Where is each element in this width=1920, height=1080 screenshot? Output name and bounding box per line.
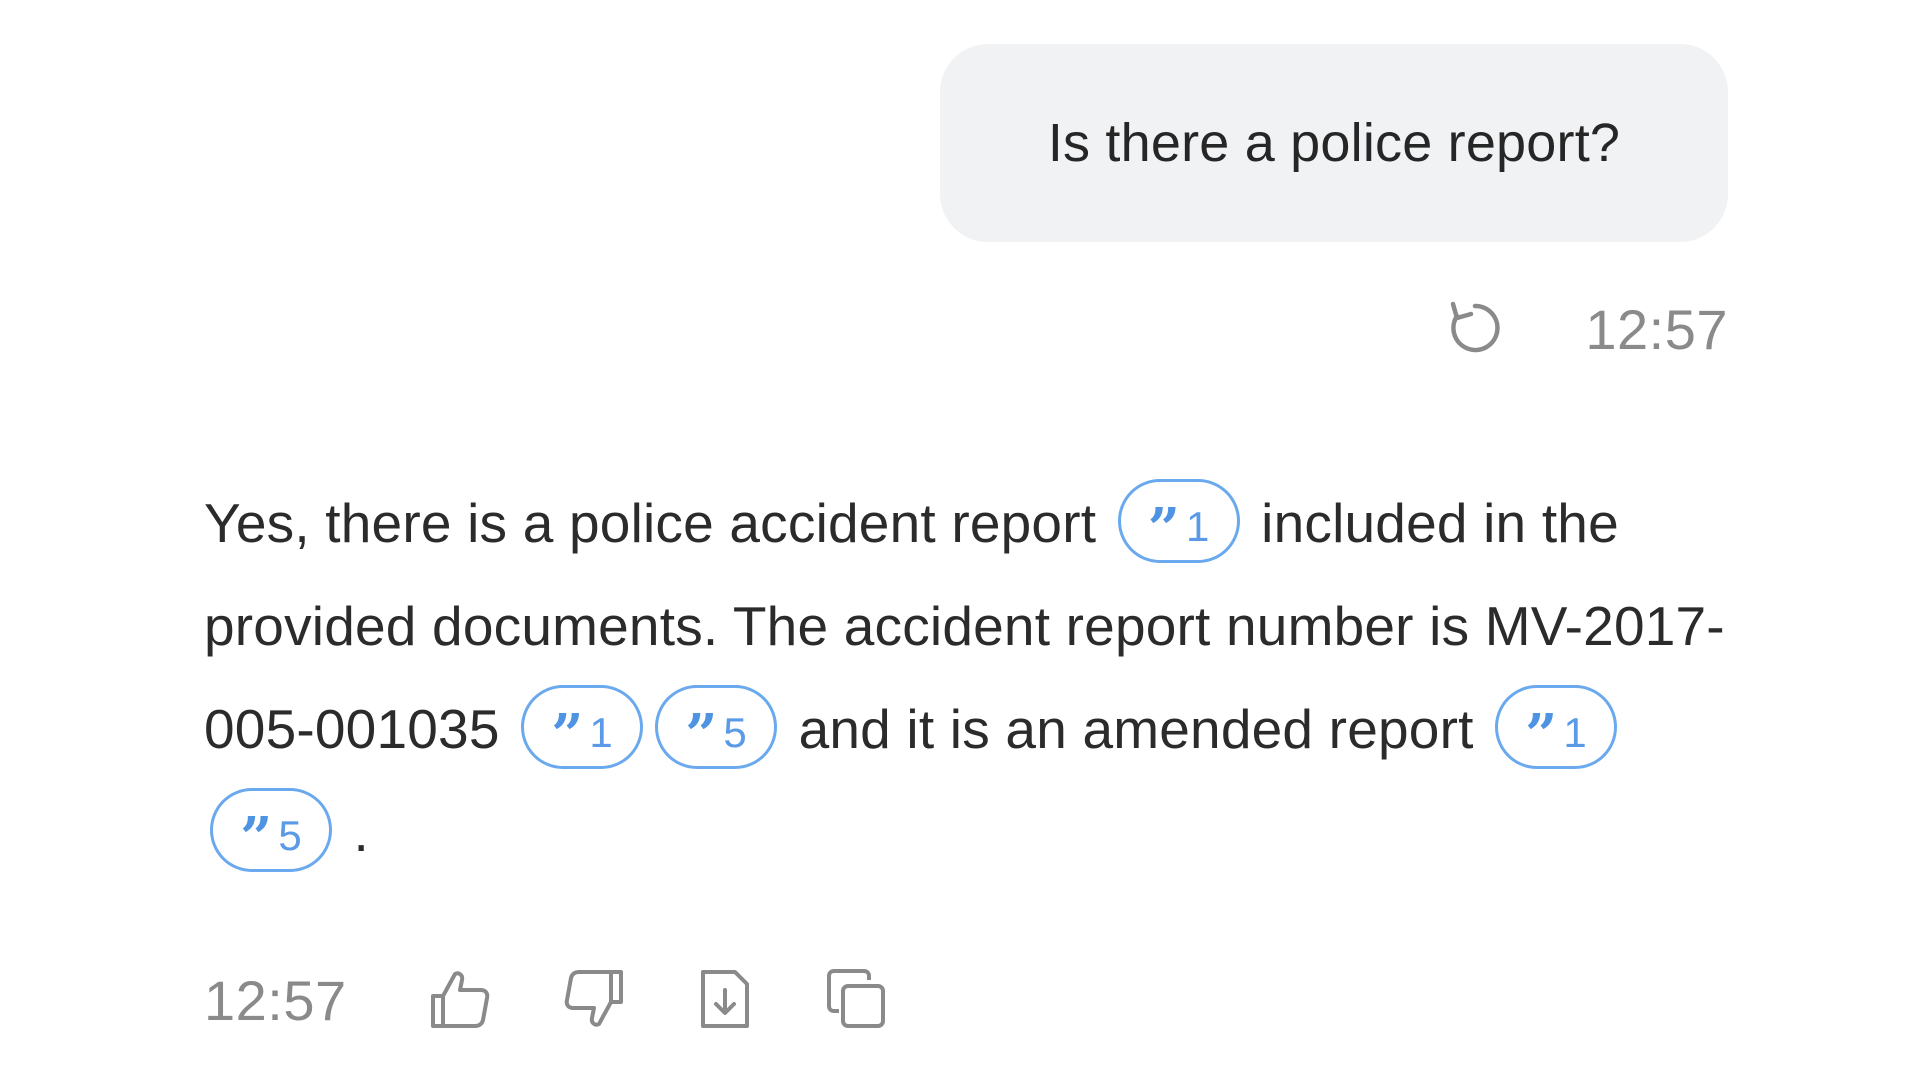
citation-number: 1 <box>1186 503 1210 551</box>
thumbs-down-button[interactable] <box>561 966 627 1035</box>
citation-chip[interactable]: ” 1 <box>521 685 644 770</box>
download-file-icon <box>695 966 755 1035</box>
citation-chip[interactable]: ” 5 <box>210 788 332 873</box>
answer-segment: and it is an amended report <box>783 698 1490 760</box>
user-message-meta: 12:57 <box>1443 296 1728 363</box>
answer-segment: Yes, there is a police accident report <box>204 492 1112 554</box>
copy-icon <box>823 966 889 1035</box>
citation-chip[interactable]: ” 1 <box>1495 685 1618 770</box>
copy-button[interactable] <box>823 966 889 1035</box>
assistant-message-timestamp: 12:57 <box>204 969 347 1032</box>
quote-icon: ” <box>551 702 583 769</box>
citation-number: 1 <box>1563 709 1587 757</box>
user-message-text: Is there a police report? <box>1047 113 1621 173</box>
thumbs-up-button[interactable] <box>427 966 493 1035</box>
quote-icon: ” <box>1147 496 1180 563</box>
quote-icon: ” <box>1525 702 1557 769</box>
thumbs-up-icon <box>427 966 493 1035</box>
assistant-message-meta: 12:57 <box>204 966 889 1035</box>
citation-number: 5 <box>723 709 747 757</box>
citation-number: 5 <box>278 812 302 860</box>
chat-thread: Is there a police report? 12:57 Yes, the… <box>0 0 1920 1080</box>
user-message-bubble: Is there a police report? <box>940 44 1728 242</box>
citation-chip[interactable]: ” 1 <box>1117 479 1240 564</box>
quote-icon: ” <box>240 805 272 872</box>
retry-icon <box>1443 296 1507 363</box>
assistant-message-text: Yes, there is a police accident report ”… <box>204 472 1734 884</box>
user-message-timestamp: 12:57 <box>1585 298 1728 361</box>
citation-number: 1 <box>589 709 613 757</box>
answer-segment: . <box>338 801 369 863</box>
retry-button[interactable] <box>1443 296 1507 363</box>
citation-chip[interactable]: ” 5 <box>655 685 778 770</box>
download-button[interactable] <box>695 966 755 1035</box>
thumbs-down-icon <box>561 966 627 1035</box>
quote-icon: ” <box>685 702 717 769</box>
